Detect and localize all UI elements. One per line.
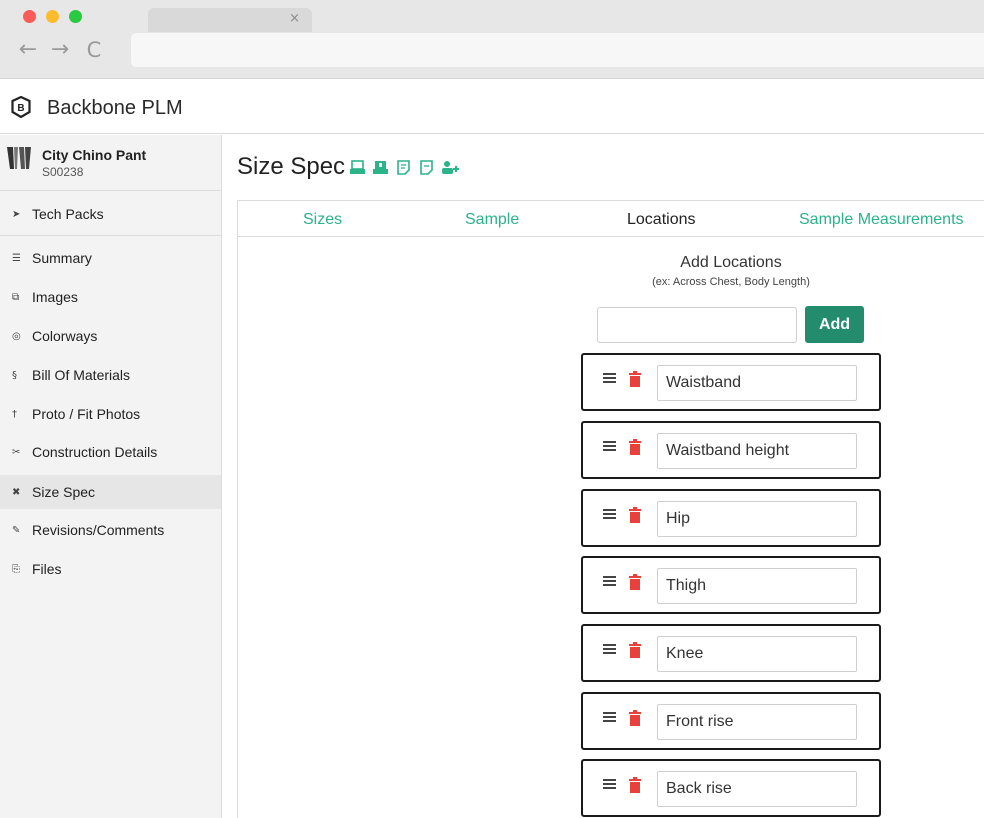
sidebar-item-label: Proto / Fit Photos [32, 406, 141, 422]
location-row: Thigh [581, 556, 881, 614]
add-button[interactable]: Add [805, 306, 864, 343]
sidebar-item-label: Images [32, 289, 78, 305]
location-name-input[interactable]: Waistband [657, 365, 857, 401]
tabs-row: Sizes Sample Locations Sample Measuremen… [238, 201, 984, 237]
tab-close-icon[interactable]: × [289, 11, 300, 26]
drag-handle-icon[interactable] [603, 644, 616, 656]
tab-sample[interactable]: Sample [465, 211, 519, 229]
tech-packs-link[interactable]: ➤ Tech Packs [0, 197, 221, 231]
trash-icon[interactable] [629, 710, 641, 726]
drag-handle-icon[interactable] [603, 779, 616, 791]
title-actions [349, 160, 459, 175]
page-title: Size Spec [237, 153, 346, 180]
tab-sizes[interactable]: Sizes [303, 211, 342, 229]
files-icon: ⎘ [12, 563, 20, 575]
trash-icon[interactable] [629, 507, 641, 523]
location-row: Front rise [581, 692, 881, 750]
product-thumbnail [5, 145, 33, 171]
share-users-icon[interactable] [441, 160, 459, 175]
sidebar-item-size-spec[interactable]: ✖ Size Spec [0, 475, 221, 509]
minimize-window-button[interactable] [46, 10, 59, 23]
print-icon[interactable] [349, 160, 366, 175]
sidebar-item-construction-details[interactable]: ✂ Construction Details [0, 435, 221, 469]
location-row: Waistband [581, 353, 881, 411]
trash-icon[interactable] [629, 371, 641, 387]
tab-sample-measurements[interactable]: Sample Measurements [799, 211, 964, 229]
person-icon: † [12, 408, 17, 420]
add-locations-hint: (ex: Across Chest, Body Length) [652, 276, 810, 288]
backbone-logo-icon: B [11, 96, 31, 118]
close-window-button[interactable] [23, 10, 36, 23]
location-name-input[interactable]: Knee [657, 636, 857, 672]
forward-button[interactable]: → [48, 36, 72, 64]
drag-handle-icon[interactable] [603, 712, 616, 724]
app-title[interactable]: Backbone PLM [47, 97, 183, 120]
browser-chrome: × ← → C [0, 0, 984, 79]
trash-icon[interactable] [629, 642, 641, 658]
location-name-input[interactable]: Hip [657, 501, 857, 537]
drag-handle-icon[interactable] [603, 441, 616, 453]
location-row: Knee [581, 624, 881, 682]
product-name: City Chino Pant [42, 147, 147, 163]
sidebar-item-label: Colorways [32, 328, 98, 344]
add-locations-heading: Add Locations [680, 254, 782, 271]
sidebar-item-label: Revisions/Comments [32, 522, 165, 538]
drag-handle-icon[interactable] [603, 373, 616, 385]
sidebar-item-label: Bill Of Materials [32, 367, 131, 383]
trash-icon[interactable] [629, 574, 641, 590]
reload-button[interactable]: C [82, 36, 106, 64]
tools-icon: ✖ [12, 486, 21, 498]
sidebar-item-bill-of-materials[interactable]: § Bill Of Materials [0, 358, 221, 392]
sidebar-item-files[interactable]: ⎘ Files [0, 552, 221, 586]
location-name-input[interactable]: Front rise [657, 704, 857, 740]
sidebar-item-label: Files [32, 561, 62, 577]
sidebar-item-tech-packs[interactable]: ➤ Tech Packs [0, 192, 221, 236]
location-name-input[interactable]: Waistband height [657, 433, 857, 469]
export-doc-icon[interactable] [418, 160, 435, 175]
back-button[interactable]: ← [16, 36, 40, 64]
edit-icon: ✎ [12, 524, 21, 536]
drag-handle-icon[interactable] [603, 576, 616, 588]
location-row: Waistband height [581, 421, 881, 479]
drag-handle-icon[interactable] [603, 509, 616, 521]
sidebar-item-label: Tech Packs [32, 206, 104, 222]
app-header: B Backbone PLM [0, 80, 984, 134]
sidebar-item-colorways[interactable]: ◎ Colorways [0, 319, 221, 353]
svg-text:B: B [17, 103, 24, 114]
location-name-input[interactable]: Back rise [657, 771, 857, 807]
sidebar-item-label: Construction Details [32, 444, 158, 460]
tab-locations[interactable]: Locations [627, 211, 696, 229]
palette-icon: ◎ [12, 330, 21, 342]
scissors-icon: ✂ [12, 446, 21, 458]
sidebar-item-label: Size Spec [32, 484, 96, 500]
add-location-input[interactable] [597, 307, 797, 343]
address-bar[interactable] [131, 33, 984, 67]
location-row: Back rise [581, 759, 881, 817]
export-sheet-icon[interactable] [395, 160, 412, 175]
maximize-window-button[interactable] [69, 10, 82, 23]
location-name-input[interactable]: Thigh [657, 568, 857, 604]
paper-plane-icon: ➤ [12, 208, 21, 220]
location-row: Hip [581, 489, 881, 547]
images-icon: ⧉ [12, 291, 20, 303]
sidebar-item-proto-fit-photos[interactable]: † Proto / Fit Photos [0, 397, 221, 431]
product-header[interactable]: City Chino Pant S00238 [0, 135, 221, 191]
trash-icon[interactable] [629, 777, 641, 793]
trash-icon[interactable] [629, 439, 641, 455]
sidebar: City Chino Pant S00238 ➤ Tech Packs ☰ Su… [0, 135, 222, 818]
materials-icon: § [12, 369, 17, 381]
browser-tab[interactable]: × [148, 8, 312, 32]
download-pdf-icon[interactable] [372, 160, 389, 175]
product-code: S00238 [42, 165, 84, 179]
sidebar-item-revisions-comments[interactable]: ✎ Revisions/Comments [0, 513, 221, 547]
